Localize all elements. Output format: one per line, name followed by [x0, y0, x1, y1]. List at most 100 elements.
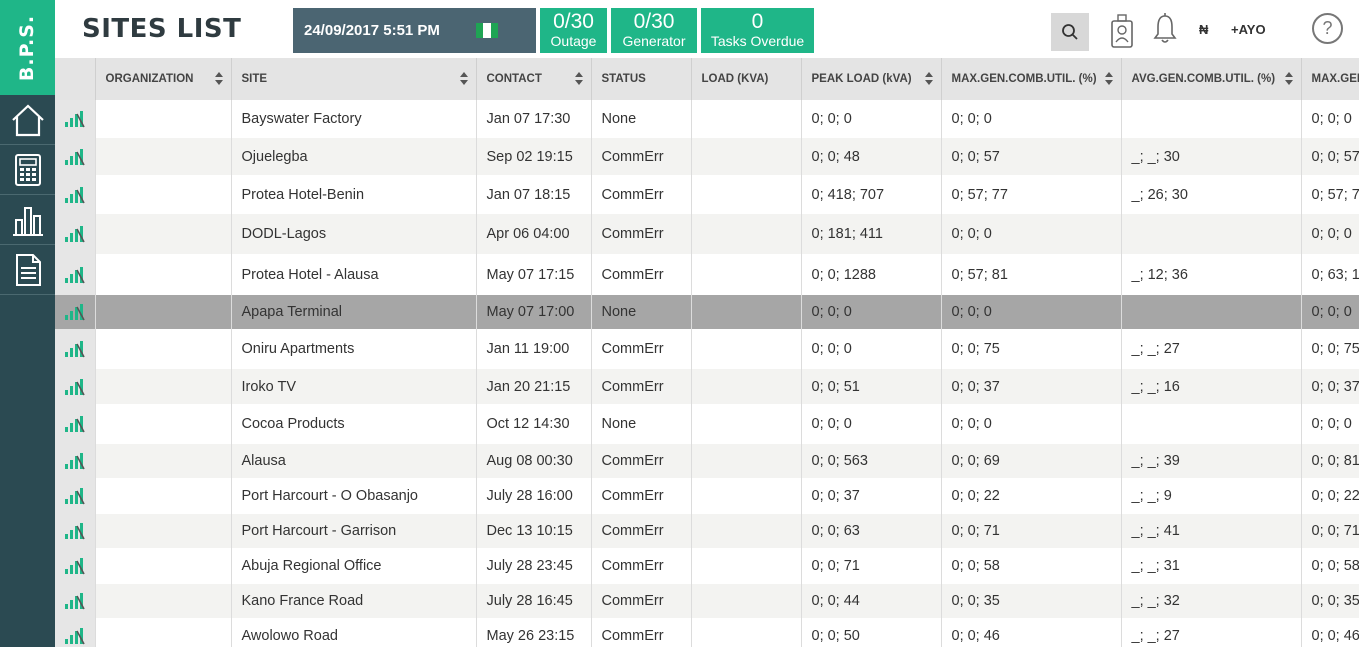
table-row[interactable]: Cocoa Products Oct 12 14:30 None 0; 0; 0 0; … — [55, 404, 1359, 444]
table-row[interactable]: Bayswater Factory Jan 07 17:30 None 0; 0; 0… — [55, 100, 1359, 138]
site-cell: Bayswater Factory — [231, 100, 477, 138]
site-cell: Ojuelegba — [231, 138, 477, 175]
load-cell — [691, 254, 802, 295]
max-cell: 0; 57; 81 — [941, 254, 1122, 295]
avg-cell: _; _; 27 — [1121, 618, 1302, 647]
site-chart-icon[interactable] — [55, 514, 96, 548]
site-chart-icon[interactable] — [55, 100, 96, 138]
outage-stat[interactable]: 0/30 Outage — [540, 8, 607, 53]
status-cell: CommErr — [591, 214, 692, 254]
table-row[interactable]: Kano France Road July 28 16:45 CommErr 0; 0… — [55, 584, 1359, 618]
table-row[interactable]: Port Harcourt - Garrison Dec 13 10:15 Comm… — [55, 514, 1359, 548]
organization-cell — [95, 329, 232, 369]
header-organization[interactable]: ORGANIZATION — [95, 58, 232, 100]
max-cell: 0; 0; 22 — [941, 478, 1122, 514]
badge-button[interactable] — [1109, 13, 1135, 49]
sort-icon[interactable] — [1104, 72, 1113, 86]
header-max-gen[interactable]: MAX.GEN. — [1301, 58, 1359, 100]
header-site[interactable]: SITE — [231, 58, 477, 100]
header-max-gen-util[interactable]: MAX.GEN.COMB.UTIL. (%) — [941, 58, 1122, 100]
contact-cell: July 28 16:00 — [476, 478, 592, 514]
currency-button[interactable]: ₦ — [1199, 22, 1208, 37]
tasks-overdue-label: Tasks Overdue — [710, 33, 805, 49]
search-button[interactable] — [1051, 13, 1089, 51]
max-cell: 0; 0; 0 — [941, 404, 1122, 444]
table-row[interactable]: Abuja Regional Office July 28 23:45 CommEr… — [55, 548, 1359, 584]
status-cell: CommErr — [591, 175, 692, 214]
contact-cell: Sep 02 19:15 — [476, 138, 592, 175]
max-cell: 0; 0; 35 — [941, 584, 1122, 618]
nav-reports-button[interactable] — [0, 245, 55, 295]
page-title: SITES LIST — [82, 14, 242, 44]
table-row[interactable]: Alausa Aug 08 00:30 CommErr 0; 0; 563 0; 0; … — [55, 444, 1359, 478]
avg-cell: _; 26; 30 — [1121, 175, 1302, 214]
home-icon — [11, 103, 44, 136]
status-cell: None — [591, 100, 692, 138]
header-contact[interactable]: CONTACT — [476, 58, 592, 100]
nav-home-button[interactable] — [0, 95, 55, 145]
header-status[interactable]: STATUS — [591, 58, 692, 100]
load-cell — [691, 138, 802, 175]
brand-logo[interactable]: B.P.S. — [0, 0, 55, 95]
header-peak-load[interactable]: PEAK LOAD (kVA) — [801, 58, 942, 100]
sort-icon[interactable] — [214, 72, 223, 86]
help-button[interactable]: ? — [1312, 13, 1343, 44]
site-cell: Kano France Road — [231, 584, 477, 618]
site-chart-icon[interactable] — [55, 444, 96, 478]
header-avg-gen-util[interactable]: AVG.GEN.COMB.UTIL. (%) — [1121, 58, 1302, 100]
avg-cell — [1121, 100, 1302, 138]
peak-cell: 0; 418; 707 — [801, 175, 942, 214]
status-cell: CommErr — [591, 548, 692, 584]
datetime-text: 24/09/2017 5:51 PM — [304, 22, 440, 39]
avg-cell: _; _; 30 — [1121, 138, 1302, 175]
organization-cell — [95, 175, 232, 214]
avg-cell: _; _; 27 — [1121, 329, 1302, 369]
site-chart-icon[interactable] — [55, 329, 96, 369]
site-chart-icon[interactable] — [55, 404, 96, 444]
sort-icon[interactable] — [924, 72, 933, 86]
table-row[interactable]: Ojuelegba Sep 02 19:15 CommErr 0; 0; 48 0; 0… — [55, 138, 1359, 175]
table-row[interactable]: Port Harcourt - O Obasanjo July 28 16:00 C… — [55, 478, 1359, 514]
site-chart-icon[interactable] — [55, 214, 96, 254]
status-cell: None — [591, 404, 692, 444]
site-chart-icon[interactable] — [55, 295, 96, 329]
sort-icon[interactable] — [459, 72, 468, 86]
site-chart-icon[interactable] — [55, 175, 96, 214]
site-chart-icon[interactable] — [55, 478, 96, 514]
load-cell — [691, 548, 802, 584]
header-load[interactable]: LOAD (KVA) — [691, 58, 802, 100]
site-chart-icon[interactable] — [55, 584, 96, 618]
contact-cell: Jan 11 19:00 — [476, 329, 592, 369]
table-row[interactable]: DODL-Lagos Apr 06 04:00 CommErr 0; 181; 411… — [55, 214, 1359, 254]
sort-icon[interactable] — [574, 72, 583, 86]
table-row[interactable]: Iroko TV Jan 20 21:15 CommErr 0; 0; 51 0; 0;… — [55, 369, 1359, 404]
peak-cell: 0; 0; 0 — [801, 100, 942, 138]
bell-icon — [1153, 13, 1177, 43]
site-chart-icon[interactable] — [55, 618, 96, 647]
site-chart-icon[interactable] — [55, 548, 96, 584]
max2-cell: 0; 0; 35 — [1301, 584, 1359, 618]
generator-stat[interactable]: 0/30 Generator — [611, 8, 697, 53]
sort-icon[interactable] — [1284, 72, 1293, 86]
site-chart-icon[interactable] — [55, 254, 96, 295]
tasks-overdue-stat[interactable]: 0 Tasks Overdue — [701, 8, 814, 53]
table-row[interactable]: Apapa Terminal May 07 17:00 None 0; 0; 0 0; … — [55, 295, 1359, 329]
site-cell: Apapa Terminal — [231, 295, 477, 329]
max2-cell: 0; 0; 22 — [1301, 478, 1359, 514]
notifications-button[interactable] — [1152, 13, 1178, 45]
site-chart-icon[interactable] — [55, 369, 96, 404]
site-chart-icon[interactable] — [55, 138, 96, 175]
table-row[interactable]: Protea Hotel-Benin Jan 07 18:15 CommErr 0; … — [55, 175, 1359, 214]
table-row[interactable]: Protea Hotel - Alausa May 07 17:15 CommErr… — [55, 254, 1359, 295]
status-cell: None — [591, 295, 692, 329]
max2-cell: 0; 0; 57 — [1301, 138, 1359, 175]
table-row[interactable]: Awolowo Road May 26 23:15 CommErr 0; 0; 50 0… — [55, 618, 1359, 647]
load-cell — [691, 444, 802, 478]
nav-analytics-button[interactable] — [0, 195, 55, 245]
site-cell: Oniru Apartments — [231, 329, 477, 369]
user-menu[interactable]: +AYO — [1231, 22, 1266, 37]
avg-cell: _; _; 39 — [1121, 444, 1302, 478]
table-row[interactable]: Oniru Apartments Jan 11 19:00 CommErr 0; 0;… — [55, 329, 1359, 369]
max-cell: 0; 0; 46 — [941, 618, 1122, 647]
nav-calculator-button[interactable] — [0, 145, 55, 195]
